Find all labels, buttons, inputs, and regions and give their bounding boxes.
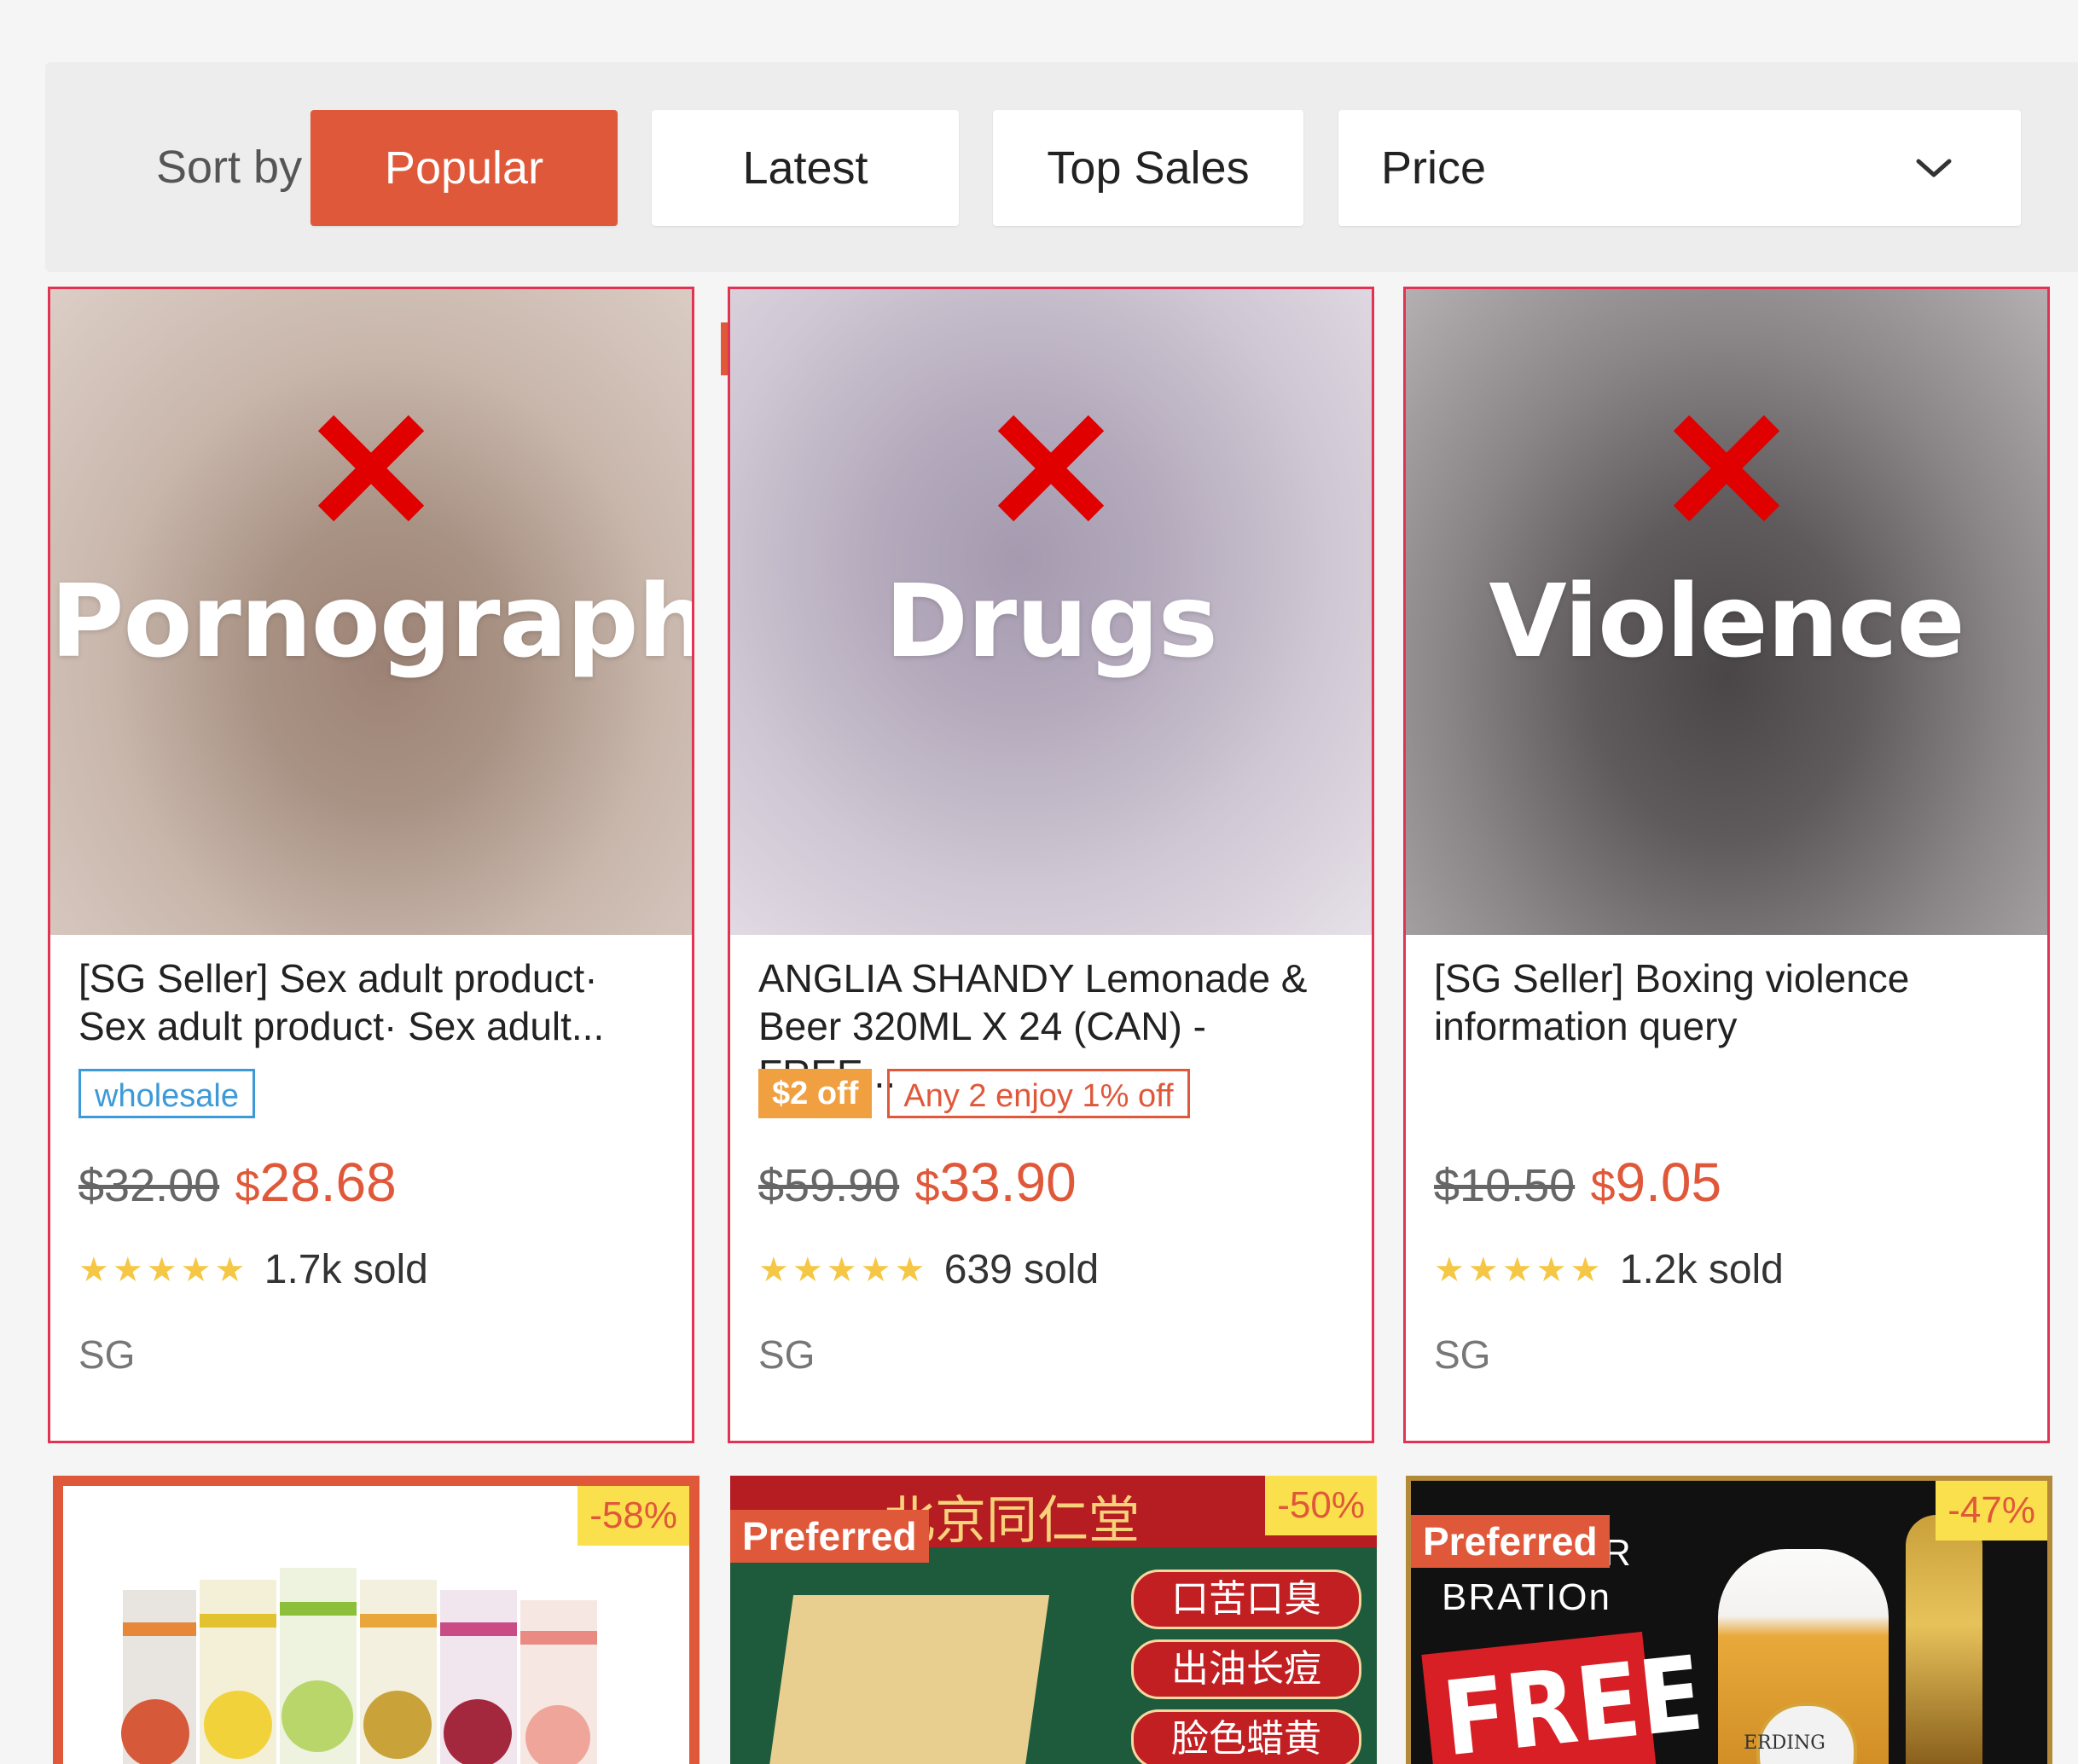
promo-tag: Any 2 enjoy 1% off (887, 1069, 1190, 1118)
price-dropdown-label: Price (1381, 142, 1487, 194)
product-card[interactable]: Pornography [SG Seller] Sex adult produc… (48, 287, 694, 1443)
product-card[interactable]: 北京同仁堂 口苦口臭 出油长痘 脸色蜡黄 -50% Preferred (730, 1476, 1377, 1764)
price-row: $32.00 $28.68 (78, 1151, 397, 1219)
star-rating-icon: ★★★★★ (758, 1251, 929, 1289)
original-price: $10.50 (1434, 1160, 1576, 1211)
coupon-tag: $2 off (758, 1069, 873, 1118)
product-tags: wholesale (78, 1069, 270, 1122)
product-image-blurred: Drugs (730, 289, 1372, 935)
product-tags: $2 off Any 2 enjoy 1% off (758, 1069, 1205, 1122)
sort-latest-button[interactable]: Latest (652, 110, 959, 226)
brand-label: ERDING (1744, 1732, 1826, 1754)
sort-popular-button[interactable]: Popular (311, 110, 618, 226)
price-row: $10.50 $9.05 (1434, 1151, 1721, 1219)
symptom-pill: 脸色蜡黄 (1131, 1709, 1361, 1764)
product-card[interactable]: Drugs ANGLIA SHANDY Lemonade & Beer 320M… (728, 287, 1374, 1443)
original-price: $32.00 (78, 1160, 220, 1211)
symptom-pill: 出油长痘 (1131, 1639, 1361, 1699)
product-card[interactable]: Violence [SG Seller] Boxing violence inf… (1403, 287, 2050, 1443)
rating-row: ★★★★★ 639 sold (758, 1245, 1099, 1296)
promo-text: BRATIOn (1442, 1576, 1612, 1618)
preferred-badge: Preferred (1411, 1515, 1610, 1568)
preferred-badge: Preferred (730, 1510, 929, 1563)
seller-location: SG (78, 1332, 136, 1377)
original-price: $59.90 (758, 1160, 900, 1211)
wholesale-tag: wholesale (78, 1069, 255, 1118)
rating-row: ★★★★★ 1.2k sold (1434, 1245, 1784, 1296)
product-image-blurred: Violence (1406, 289, 2047, 935)
discount-badge: -47% (1936, 1481, 2047, 1541)
star-rating-icon: ★★★★★ (1434, 1251, 1605, 1289)
seller-location: SG (1434, 1332, 1491, 1377)
rating-row: ★★★★★ 1.7k sold (78, 1245, 428, 1296)
discount-badge: -50% (1265, 1476, 1377, 1535)
badge-edge (721, 322, 728, 375)
cross-icon (997, 415, 1105, 522)
violation-label: Violence (1489, 562, 1965, 680)
sale-price: $28.68 (235, 1152, 397, 1213)
price-row: $59.90 $33.90 (758, 1151, 1077, 1219)
chevron-down-icon (1916, 159, 1952, 177)
sort-top-sales-button[interactable]: Top Sales (993, 110, 1303, 226)
violation-label: Drugs (885, 562, 1218, 680)
seller-location: SG (758, 1332, 816, 1377)
cross-icon (1673, 415, 1780, 522)
violation-label: Pornography (50, 562, 692, 680)
sold-count: 639 sold (943, 1247, 1100, 1292)
sold-count: 1.7k sold (264, 1247, 428, 1292)
product-image-blurred: Pornography (50, 289, 692, 935)
star-rating-icon: ★★★★★ (78, 1251, 249, 1289)
sort-bar: Sort by Popular Latest Top Sales Price (45, 62, 2078, 272)
sale-price: $33.90 (914, 1152, 1077, 1213)
product-box (769, 1595, 1050, 1764)
sort-price-dropdown[interactable]: Price (1338, 110, 2021, 226)
product-title[interactable]: [SG Seller] Boxing violence information … (1434, 955, 2019, 1050)
product-card[interactable]: -58% (53, 1476, 699, 1764)
symptom-pill: 口苦口臭 (1131, 1570, 1361, 1629)
cross-icon (317, 415, 425, 522)
sold-count: 1.2k sold (1619, 1247, 1784, 1292)
product-card[interactable]: R BRATIOn FREE ERDING -47% Preferred (1406, 1476, 2052, 1764)
beer-bottle (1906, 1515, 1982, 1764)
sort-by-label: Sort by (156, 142, 303, 193)
sale-price: $9.05 (1590, 1152, 1722, 1213)
product-title[interactable]: [SG Seller] Sex adult product· Sex adult… (78, 955, 664, 1050)
free-banner: FREE (1421, 1631, 1709, 1764)
discount-badge: -58% (578, 1486, 689, 1546)
